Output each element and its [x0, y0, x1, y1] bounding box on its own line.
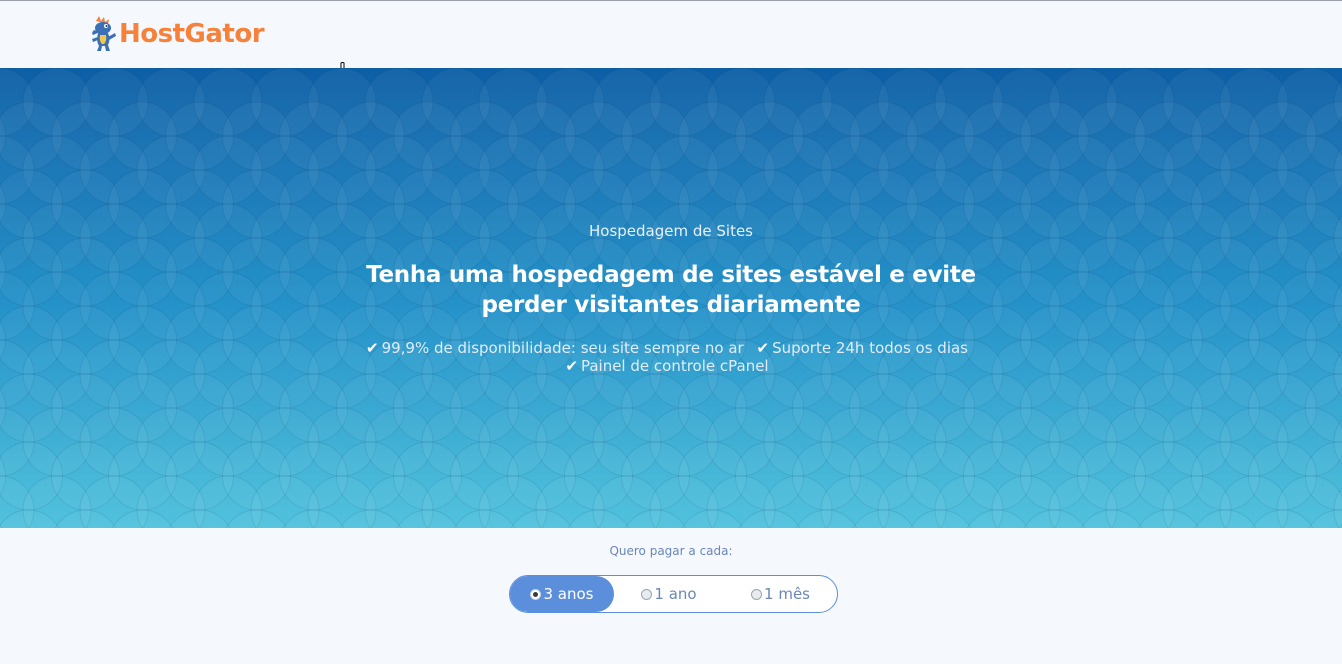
- feature-text: Suporte 24h todos os dias: [772, 339, 968, 357]
- radio-icon: [751, 588, 763, 600]
- radio-selected-icon: [530, 588, 542, 600]
- hero-headline: Tenha uma hospedagem de sites estável e …: [366, 262, 976, 318]
- feature-item: ✔ 99,9% de disponibilidade: seu site semp…: [366, 339, 744, 357]
- billing-option-label: 1 mês: [764, 585, 810, 603]
- billing-option-3-anos[interactable]: 3 anos: [510, 576, 614, 612]
- gator-mascot-icon: [92, 16, 116, 51]
- radio-icon: [641, 588, 653, 600]
- billing-period-label: Quero pagar a cada:: [609, 544, 733, 558]
- billing-option-1-mes[interactable]: 1 mês: [724, 576, 837, 612]
- feature-text: Painel de controle cPanel: [580, 357, 769, 375]
- billing-period-toggle[interactable]: 3 anos 1 ano 1 mês: [509, 575, 838, 613]
- feature-list: ✔ 99,9% de disponibilidade: seu site semp…: [300, 339, 1042, 375]
- billing-option-label: 3 anos: [543, 585, 594, 603]
- check-icon: ✔: [565, 357, 578, 375]
- logo-wordmark: HostGator: [119, 19, 265, 49]
- billing-option-1-ano[interactable]: 1 ano: [614, 576, 724, 612]
- feature-item: ✔ Suporte 24h todos os dias: [756, 339, 968, 357]
- hero-banner: Hospedagem de Sites Tenha uma hospedagem…: [0, 68, 1342, 528]
- site-header: HostGator: [0, 1, 1342, 68]
- check-icon: ✔: [756, 339, 770, 357]
- feature-item: ✔ Painel de controle cPanel: [565, 357, 768, 375]
- feature-text: 99,9% de disponibilidade: seu site sempr…: [381, 339, 744, 357]
- check-icon: ✔: [366, 339, 379, 357]
- hostgator-logo[interactable]: HostGator: [88, 15, 265, 53]
- hero-eyebrow: Hospedagem de Sites: [589, 222, 753, 240]
- billing-option-label: 1 ano: [654, 585, 697, 603]
